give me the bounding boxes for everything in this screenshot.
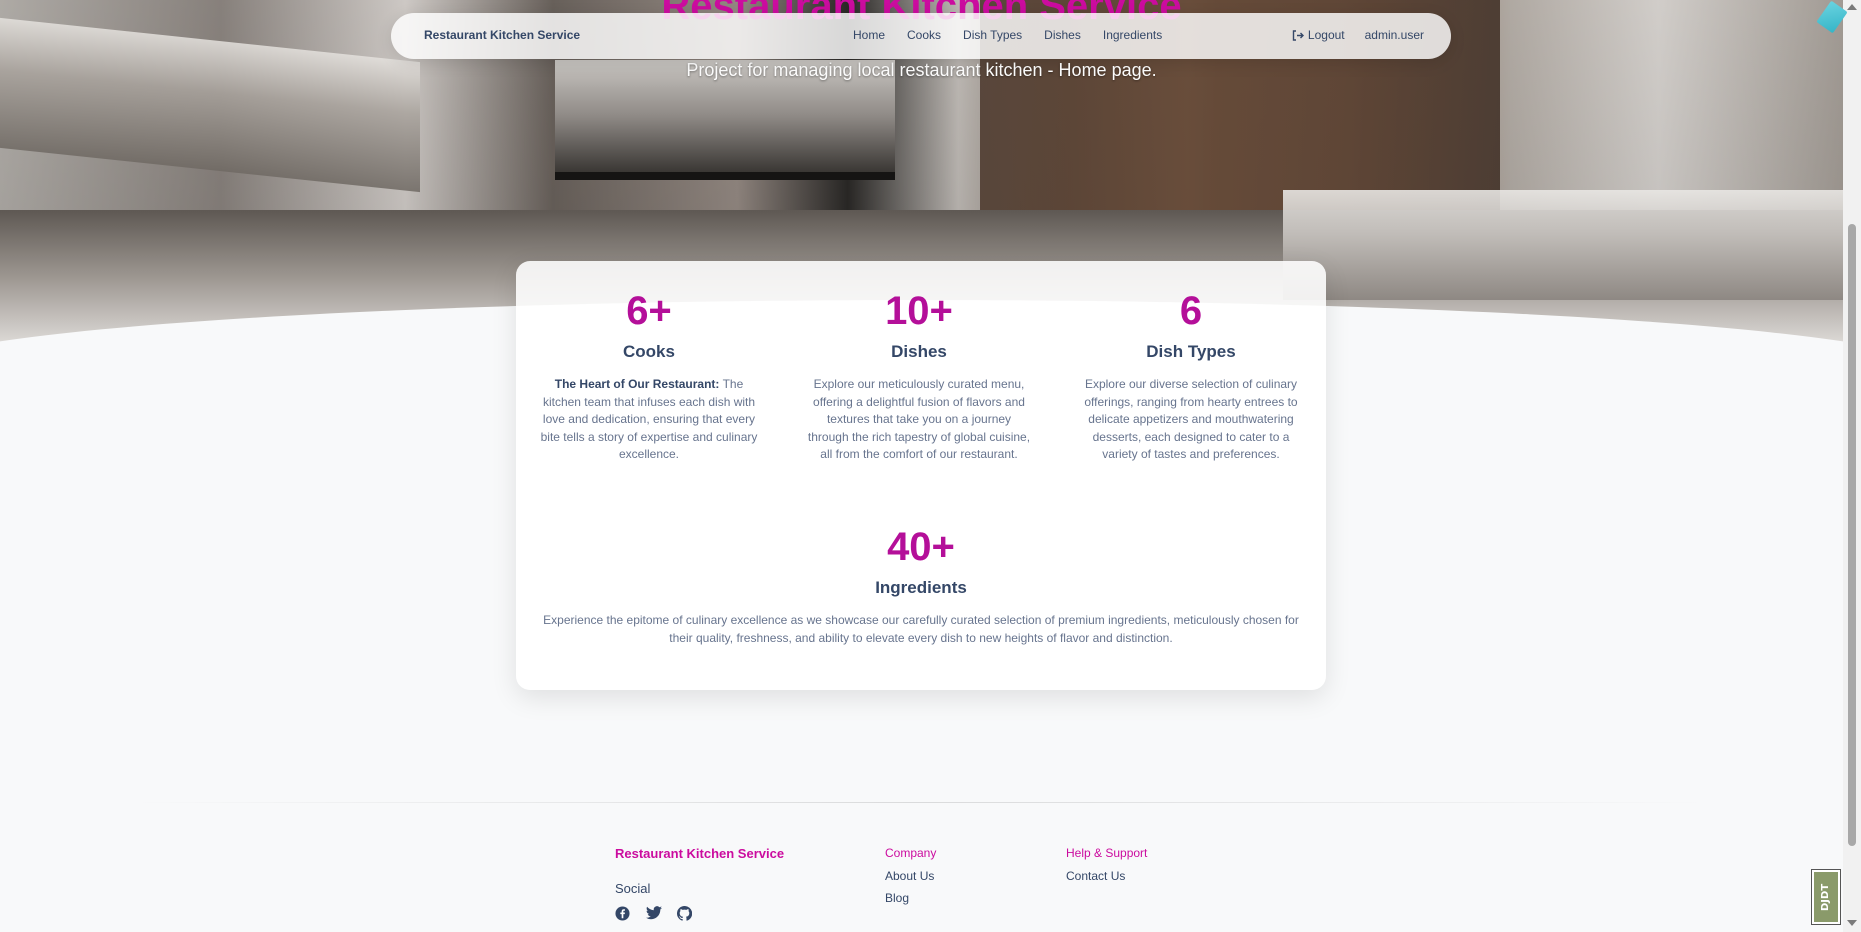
footer-link-contact-us[interactable]: Contact Us xyxy=(1066,869,1147,883)
stat-number: 40+ xyxy=(887,525,955,569)
footer-divider xyxy=(130,802,1710,803)
footer-company-title: Company xyxy=(885,846,937,860)
logout-icon xyxy=(1292,29,1304,41)
stat-ingredients: 40+ Ingredients Experience the epitome o… xyxy=(540,525,1302,647)
scroll-thumb[interactable] xyxy=(1848,224,1856,846)
user-link[interactable]: admin.user xyxy=(1365,28,1424,42)
debug-toolbar-handle[interactable]: DJDT xyxy=(1811,869,1841,925)
stat-description: Experience the epitome of culinary excel… xyxy=(543,613,1299,645)
nav-link-ingredients[interactable]: Ingredients xyxy=(1103,28,1162,42)
hero-counter-left-shape xyxy=(0,17,420,193)
footer-brand[interactable]: Restaurant Kitchen Service xyxy=(615,846,784,861)
scroll-up-arrow-icon[interactable] xyxy=(1847,4,1857,10)
footer-company: Company About Us Blog xyxy=(885,846,936,913)
stat-description: The Heart of Our Restaurant: The kitchen… xyxy=(536,376,762,464)
logout-link[interactable]: Logout xyxy=(1292,28,1345,42)
stat-title: Ingredients xyxy=(875,578,967,597)
footer-help: Help & Support Contact Us xyxy=(1066,846,1147,891)
stat-dishes: 10+ Dishes Explore our meticulously cura… xyxy=(806,289,1032,464)
stat-dish-types: 6 Dish Types Explore our diverse selecti… xyxy=(1076,289,1306,464)
footer-social-icons xyxy=(615,905,694,923)
nav-link-dishes[interactable]: Dishes xyxy=(1044,28,1081,42)
stat-description-bold: The Heart of Our Restaurant: xyxy=(554,377,720,391)
stat-title: Dish Types xyxy=(1146,342,1236,361)
navbar: Restaurant Kitchen Service Home Cooks Di… xyxy=(391,13,1451,59)
nav-link-dish-types[interactable]: Dish Types xyxy=(963,28,1022,42)
stat-number: 10+ xyxy=(885,289,953,333)
github-icon[interactable] xyxy=(676,905,694,923)
nav-link-home[interactable]: Home xyxy=(853,28,885,42)
stat-description: Explore our diverse selection of culinar… xyxy=(1084,377,1298,461)
footer-link-blog[interactable]: Blog xyxy=(885,891,936,905)
logout-label: Logout xyxy=(1307,28,1345,42)
navbar-brand[interactable]: Restaurant Kitchen Service xyxy=(424,28,580,42)
nav-link-cooks[interactable]: Cooks xyxy=(907,28,941,42)
scroll-down-arrow-icon[interactable] xyxy=(1847,920,1857,926)
stat-description: Explore our meticulously curated menu, o… xyxy=(807,377,1031,461)
stat-title: Cooks xyxy=(623,342,675,361)
stats-card: 6+ Cooks The Heart of Our Restaurant: Th… xyxy=(516,261,1326,690)
facebook-icon[interactable] xyxy=(615,906,632,923)
stat-number: 6 xyxy=(1179,289,1203,333)
stat-title: Dishes xyxy=(891,342,947,361)
footer-link-about-us[interactable]: About Us xyxy=(885,869,936,883)
stat-cooks: 6+ Cooks The Heart of Our Restaurant: Th… xyxy=(536,289,762,464)
footer-help-title: Help & Support xyxy=(1066,846,1148,860)
twitter-icon[interactable] xyxy=(646,906,663,923)
footer-social-title: Social xyxy=(615,881,651,896)
nav-right: Logout admin.user xyxy=(1292,28,1424,42)
nav-links: Home Cooks Dish Types Dishes Ingredients xyxy=(853,28,1184,42)
hero-subtitle: Project for managing local restaurant ki… xyxy=(686,60,1157,80)
page-scrollbar[interactable] xyxy=(1843,0,1861,932)
hero-counter-right-shape xyxy=(1283,190,1843,300)
stat-number: 6+ xyxy=(626,289,672,333)
